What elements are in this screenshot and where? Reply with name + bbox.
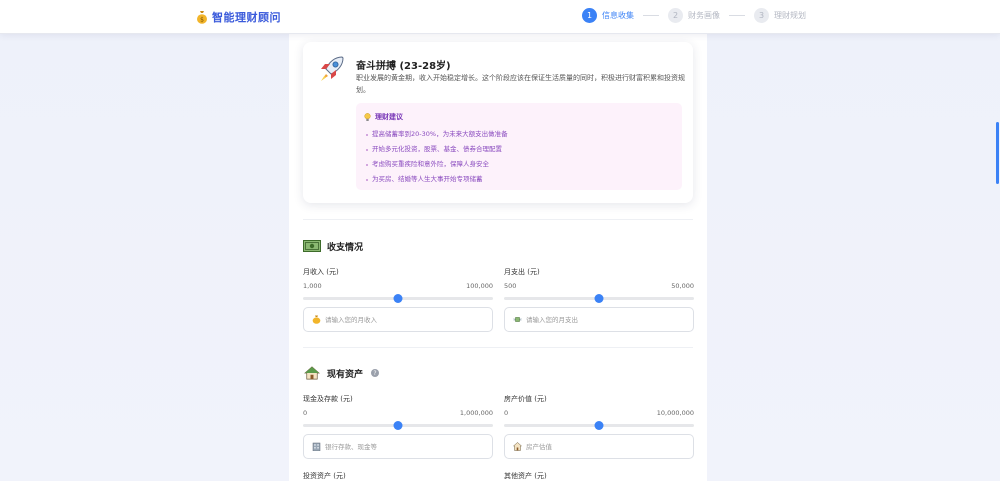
property-input-box[interactable]	[504, 434, 694, 459]
life-stage-card: 奋斗拼搏 (23-28岁) 职业发展的黄金期，收入开始稳定增长。这个阶段应该在保…	[303, 42, 693, 203]
range-labels: 0 1,000,000	[303, 409, 493, 417]
section-title: 现有资产	[327, 369, 364, 380]
advice-item-text: 考虑购买重疾险和意外险，保障人身安全	[372, 160, 489, 168]
property-slider[interactable]	[504, 420, 694, 430]
slider-thumb[interactable]	[594, 294, 604, 303]
step-number: 3	[754, 8, 769, 23]
advice-list: 提高储蓄率到20-30%，为未来大额支出做准备 开始多元化投资，股票、基金、债券…	[366, 127, 508, 187]
step-info-collection[interactable]: 1 信息收集	[582, 8, 634, 23]
step-number: 1	[582, 8, 597, 23]
app-title: 智能理财顾问	[212, 11, 281, 24]
property-input[interactable]	[526, 442, 686, 451]
money-bag-icon: $	[197, 11, 207, 24]
investment-assets-field: 投资资产 (元)	[303, 471, 493, 481]
monthly-expense-field: 月支出 (元) 500 50,000	[504, 267, 694, 332]
progress-steps: 1 信息收集 2 财务画像 3 理财规划	[582, 8, 806, 23]
advice-title: 理财建议	[375, 113, 403, 121]
field-label: 投资资产 (元)	[303, 472, 346, 480]
cash-icon	[303, 240, 321, 252]
bullet-icon	[366, 163, 368, 166]
stage-title: 奋斗拼搏 (23-28岁)	[356, 61, 451, 72]
slider-thumb[interactable]	[393, 421, 403, 430]
monthly-income-field: 月收入 (元) 1,000 100,000	[303, 267, 493, 332]
income-slider[interactable]	[303, 293, 493, 303]
rocket-icon	[321, 56, 344, 81]
property-value-field: 房产价值 (元) 0 10,000,000	[504, 394, 694, 459]
field-label: 房产价值 (元)	[504, 395, 547, 403]
bullet-icon	[366, 178, 368, 181]
expense-input-box[interactable]	[504, 307, 694, 332]
range-min: 0	[303, 409, 308, 417]
cash-slider[interactable]	[303, 420, 493, 430]
brand[interactable]: $ 智能理财顾问	[196, 9, 281, 25]
field-label: 现金及存款 (元)	[303, 395, 353, 403]
range-min: 0	[504, 409, 509, 417]
house-icon	[304, 366, 320, 380]
page-scrollbar[interactable]	[994, 34, 1000, 481]
section-title: 收支情况	[327, 242, 364, 253]
question-icon[interactable]: ?	[371, 369, 380, 377]
step-label: 理财规划	[774, 11, 806, 20]
advice-item: 提高储蓄率到20-30%，为未来大额支出做准备	[366, 127, 508, 142]
range-max: 10,000,000	[656, 409, 694, 417]
cash-input-box[interactable]	[303, 434, 493, 459]
stage-description: 职业发展的黄金期，收入开始稳定增长。这个阶段应该在保证生活质量的同时，积极进行财…	[356, 74, 685, 94]
advice-item: 为买房、结婚等人生大事开始专项储蓄	[366, 172, 508, 187]
step-financial-profile[interactable]: 2 财务画像	[668, 8, 720, 23]
advice-item-text: 为买房、结婚等人生大事开始专项储蓄	[372, 175, 483, 183]
step-connector	[643, 15, 659, 16]
advice-item: 考虑购买重疾险和意外险，保障人身安全	[366, 157, 508, 172]
house-icon	[513, 442, 522, 451]
step-number: 2	[668, 8, 683, 23]
range-max: 1,000,000	[459, 409, 493, 417]
step-label: 信息收集	[602, 11, 634, 20]
range-labels: 0 10,000,000	[504, 409, 694, 417]
field-label: 其他资产 (元)	[504, 472, 547, 480]
range-labels: 1,000 100,000	[303, 282, 493, 290]
lightbulb-icon	[364, 112, 371, 121]
expense-slider[interactable]	[504, 293, 694, 303]
advice-item-text: 提高储蓄率到20-30%，为未来大额支出做准备	[372, 130, 508, 138]
assets-header: 现有资产 ?	[303, 366, 380, 380]
range-labels: 500 50,000	[504, 282, 694, 290]
field-label: 月支出 (元)	[504, 268, 540, 276]
other-assets-field: 其他资产 (元)	[504, 471, 694, 481]
step-connector	[729, 15, 745, 16]
income-input-box[interactable]	[303, 307, 493, 332]
top-navigation-bar: $ 智能理财顾问 1 信息收集 2 财务画像 3 理财规划	[0, 0, 1000, 34]
bank-icon	[312, 442, 321, 451]
advice-item-text: 开始多元化投资，股票、基金、债券合理配置	[372, 145, 502, 153]
range-max: 50,000	[671, 282, 694, 290]
advice-item: 开始多元化投资，股票、基金、债券合理配置	[366, 142, 508, 157]
svg-text:$: $	[200, 16, 204, 23]
step-label: 财务画像	[688, 11, 720, 20]
range-min: 500	[504, 282, 517, 290]
money-bag-icon	[312, 315, 321, 324]
range-min: 1,000	[303, 282, 322, 290]
form-panel: 奋斗拼搏 (23-28岁) 职业发展的黄金期，收入开始稳定增长。这个阶段应该在保…	[289, 34, 707, 481]
section-divider	[303, 219, 693, 220]
slider-thumb[interactable]	[393, 294, 403, 303]
income-input[interactable]	[325, 315, 485, 324]
field-label: 月收入 (元)	[303, 268, 339, 276]
advice-header: 理财建议	[364, 112, 403, 122]
cash-input[interactable]	[325, 442, 485, 451]
section-divider	[303, 347, 693, 348]
bullet-icon	[366, 133, 368, 136]
money-wings-icon	[513, 317, 522, 322]
income-expense-header: 收支情况	[303, 239, 363, 253]
cash-deposits-field: 现金及存款 (元) 0 1,000,000	[303, 394, 493, 459]
bullet-icon	[366, 148, 368, 151]
range-max: 100,000	[466, 282, 493, 290]
step-financial-planning[interactable]: 3 理财规划	[754, 8, 806, 23]
expense-input[interactable]	[526, 315, 686, 324]
scrollbar-thumb[interactable]	[996, 122, 999, 184]
slider-thumb[interactable]	[594, 421, 604, 430]
advice-box: 理财建议 提高储蓄率到20-30%，为未来大额支出做准备 开始多元化投资，股票、…	[356, 103, 682, 190]
